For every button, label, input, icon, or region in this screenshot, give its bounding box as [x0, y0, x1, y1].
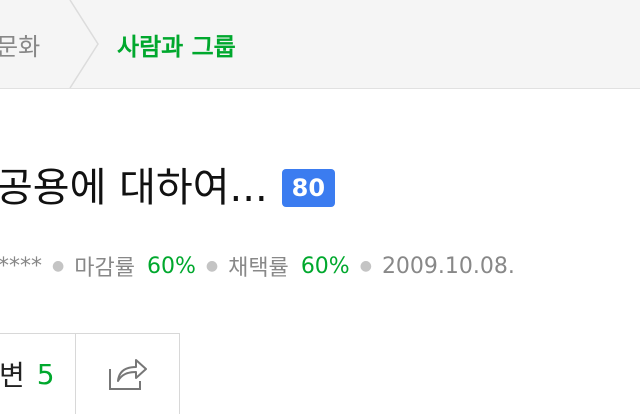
answer-label: 변 [0, 359, 25, 392]
breadcrumb: 문화 사람과 그룹 [0, 0, 640, 89]
separator-dot: ● [205, 258, 219, 274]
separator-dot: ● [52, 258, 65, 274]
adoption-rate-value: 60% [300, 253, 350, 279]
breadcrumb-item-culture[interactable]: 문화 [0, 0, 40, 88]
closing-rate-value: 60% [146, 253, 196, 279]
question-header: 공용에 대하여... 80 [0, 160, 336, 216]
question-meta: **** ● 마감률 60% ● 채택률 60% ● 2009.10.08. [0, 250, 515, 282]
closing-rate-label: 마감률 [74, 256, 135, 281]
question-date: 2009.10.08. [381, 253, 515, 279]
author-name: **** [0, 253, 42, 279]
separator-dot: ● [359, 258, 372, 274]
adoption-rate-label: 채택률 [228, 256, 289, 281]
share-button[interactable] [75, 334, 179, 414]
points-badge: 80 [281, 169, 336, 207]
share-icon [108, 359, 147, 390]
breadcrumb-item-people-and-groups[interactable]: 사람과 그룹 [117, 0, 236, 88]
action-bar: 변 5 [0, 333, 180, 414]
breadcrumb-separator-icon [69, 0, 99, 88]
answer-count-button[interactable]: 변 5 [0, 334, 75, 414]
answer-count: 5 [36, 357, 55, 391]
question-title: 공용에 대하여... [0, 165, 268, 211]
